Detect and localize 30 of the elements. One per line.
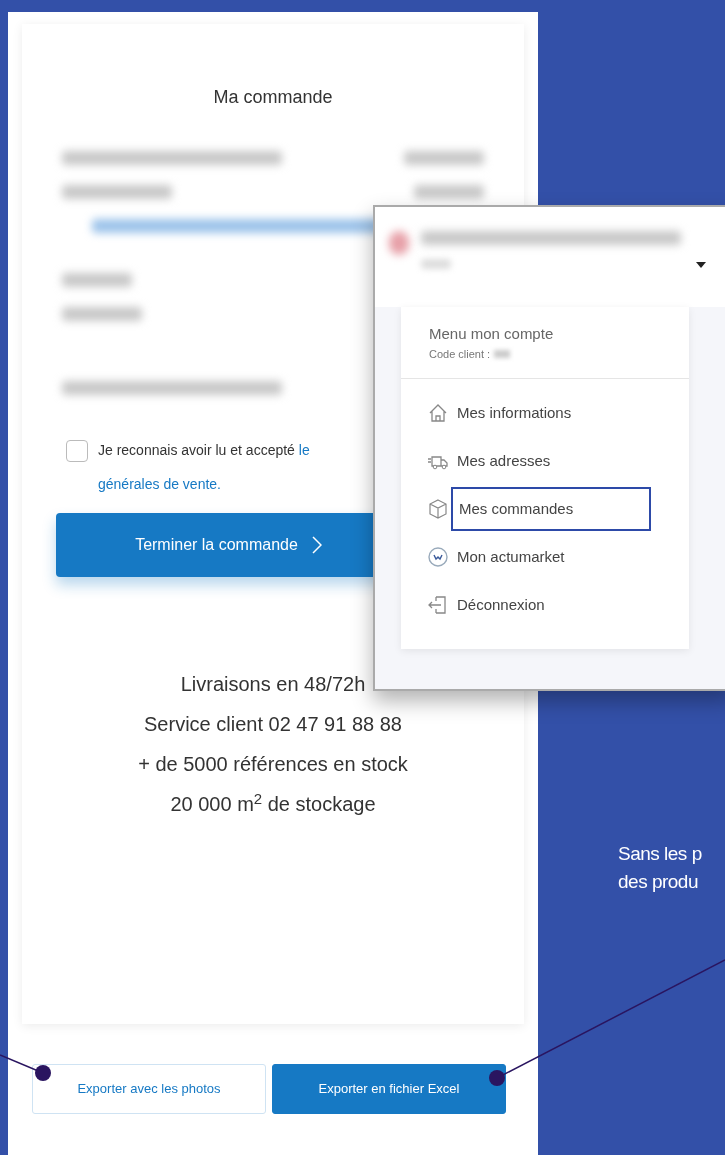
info-line: Service client 02 47 91 88 88 xyxy=(144,712,402,737)
checkbox[interactable] xyxy=(66,440,88,462)
menu-item[interactable]: Mon actumarket xyxy=(457,545,565,569)
menu-item[interactable]: Déconnexion xyxy=(457,593,545,617)
badge-icon xyxy=(427,546,449,568)
blurred-text xyxy=(494,349,511,358)
house-icon xyxy=(427,402,449,424)
order-title: Ma commande xyxy=(212,86,334,109)
caption-line: des produ xyxy=(618,870,699,894)
caption-line: Sans les p xyxy=(618,842,702,866)
menu-item[interactable]: Mes informations xyxy=(457,401,572,425)
terms-text: Je reconnais avoir lu et accepté le générales de vente. xyxy=(98,441,310,494)
blurred-text xyxy=(414,185,484,199)
caret-down-icon[interactable] xyxy=(695,261,707,269)
blurred-text xyxy=(421,259,451,269)
export-button[interactable]: Exporter avec les photos xyxy=(32,1064,266,1114)
menu-item[interactable]: Mes commandes xyxy=(451,487,651,531)
blurred-logo xyxy=(389,231,409,255)
logout-icon xyxy=(427,594,449,616)
info-line: + de 5000 références en stock xyxy=(138,752,408,777)
info-line: 20 000 m$^{2}$ de stockage xyxy=(170,789,376,817)
client-code-label: Code client : xyxy=(429,346,491,362)
leader-line xyxy=(0,1054,51,1081)
menu-title: Menu mon compte xyxy=(429,324,555,344)
chevron-right-icon xyxy=(311,536,322,554)
menu-item[interactable]: Mes adresses xyxy=(457,449,551,473)
info-line: Livraisons en 48/72h xyxy=(180,672,366,697)
blurred-text xyxy=(62,273,132,287)
box-icon xyxy=(427,498,449,520)
export-button[interactable]: Exporter en fichier Excel xyxy=(272,1064,506,1114)
